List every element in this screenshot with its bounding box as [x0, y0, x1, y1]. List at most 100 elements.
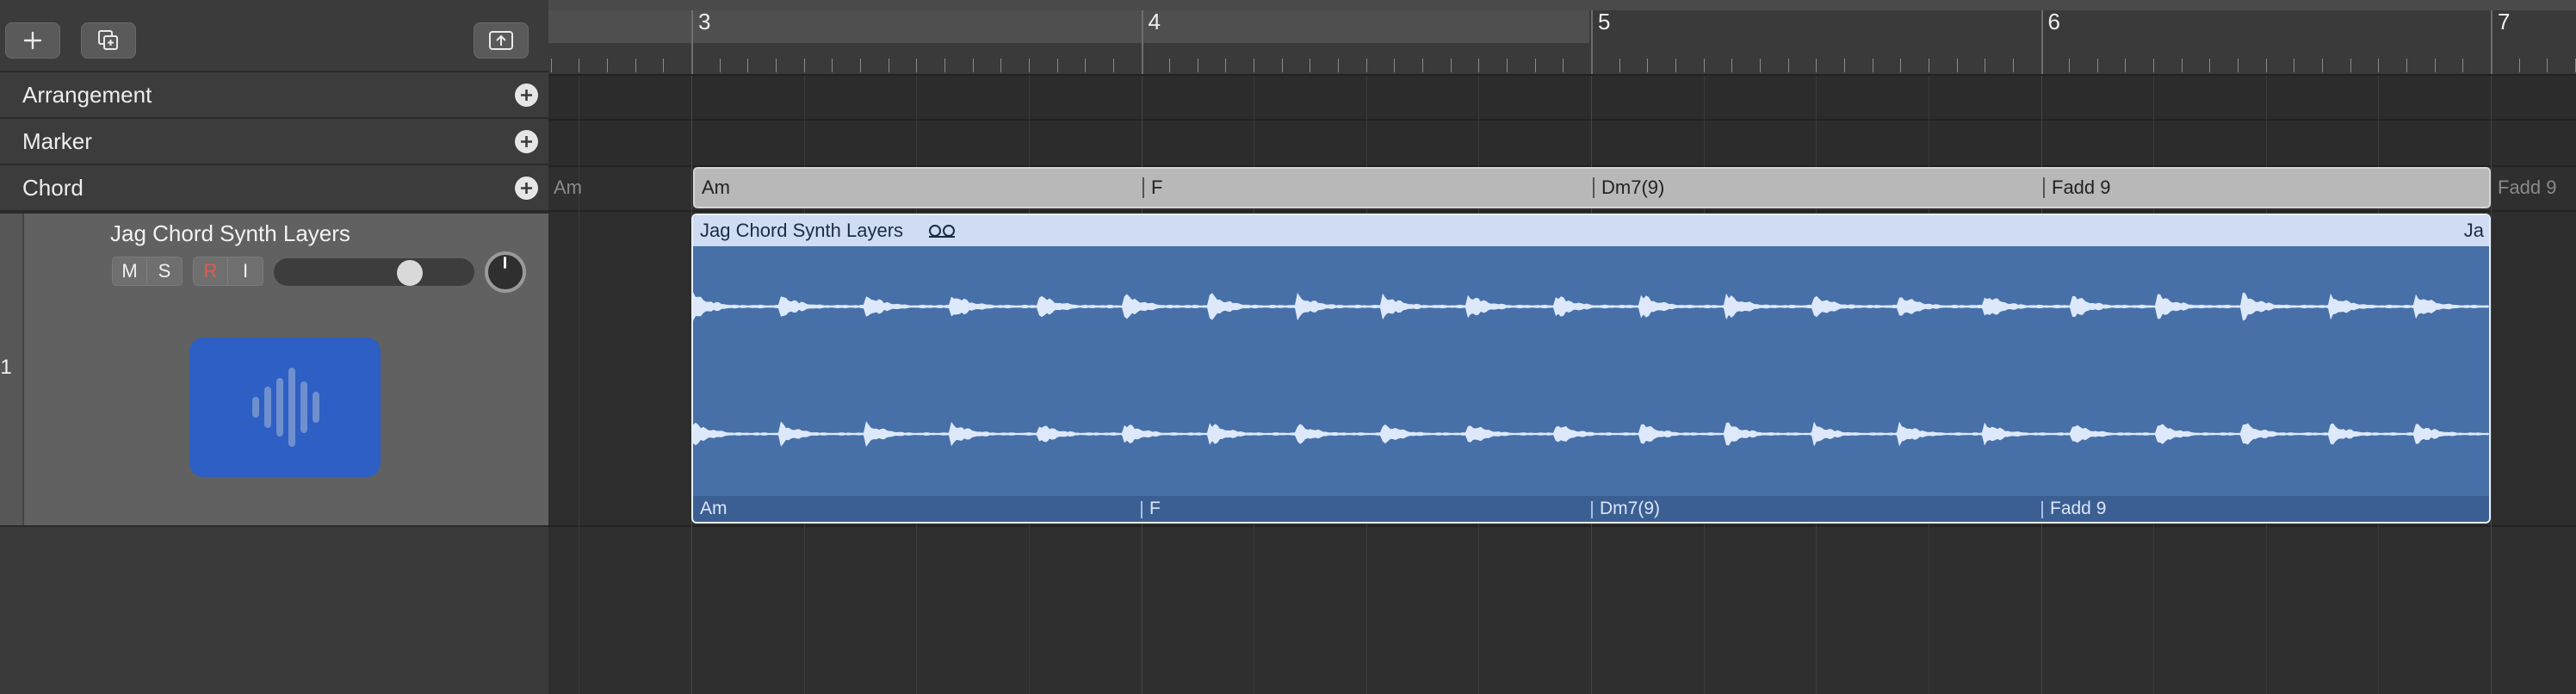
- ruler-tick: [2378, 59, 2379, 72]
- chord-label[interactable]: Fadd 9: [2045, 169, 2111, 207]
- ruler-tick: [1029, 59, 1030, 72]
- record-enable-button[interactable]: R: [194, 257, 228, 285]
- arrangement-track-header[interactable]: Arrangement: [0, 72, 548, 119]
- ruler-tick: [2209, 59, 2210, 72]
- track-name[interactable]: Jag Chord Synth Layers: [110, 220, 350, 247]
- duplicate-icon: [98, 30, 118, 50]
- ruler-bar-number: 3: [698, 9, 711, 34]
- chord-label[interactable]: Dm7(9): [1595, 169, 1664, 207]
- ruler-tick: [804, 59, 805, 72]
- ruler-tick: [2238, 59, 2239, 72]
- volume-slider[interactable]: [274, 258, 474, 286]
- ruler-tick: [1788, 59, 1789, 72]
- volume-slider-handle[interactable]: [397, 260, 423, 286]
- ruler-tick: [747, 59, 748, 72]
- chord-label[interactable]: F: [1144, 169, 1162, 207]
- region-header[interactable]: Jag Chord Synth Layers Ja: [693, 215, 2489, 246]
- add-chord-button[interactable]: [515, 177, 538, 200]
- solo-button[interactable]: S: [147, 257, 182, 285]
- ruler-tick: [1816, 59, 1817, 72]
- input-monitoring-button[interactable]: I: [228, 257, 263, 285]
- ruler-tick: [1647, 59, 1648, 72]
- marker-lane[interactable]: [548, 121, 2576, 167]
- ruler-tick: [2013, 59, 2014, 72]
- add-arrangement-button[interactable]: [515, 84, 538, 107]
- audio-waveform: [693, 292, 2489, 447]
- ruler-bar-line: [1591, 10, 1593, 74]
- ruler-tick: [1000, 59, 1001, 72]
- loop-icon: [929, 225, 955, 238]
- chord-ghost-after: Fadd 9: [2498, 177, 2557, 198]
- chord-label: Chord: [22, 175, 84, 201]
- ruler-tick: [607, 59, 608, 72]
- add-track-button[interactable]: [5, 22, 60, 59]
- ruler-tick: [1338, 59, 1339, 72]
- ruler-tick: [2435, 59, 2436, 72]
- ruler-tick: [663, 59, 664, 72]
- pan-knob[interactable]: [485, 251, 526, 293]
- plus-icon: [521, 183, 532, 194]
- arrangement-lane[interactable]: [548, 76, 2576, 121]
- marker-track-header[interactable]: Marker: [0, 119, 548, 165]
- ruler-tick: [1760, 59, 1761, 72]
- timeline-ruler[interactable]: 3 4 5 6 7: [548, 0, 2576, 76]
- ruler-tick: [2322, 59, 2323, 72]
- track-number-column: 1: [0, 214, 24, 525]
- ruler-tick: [916, 59, 917, 72]
- region-name: Jag Chord Synth Layers: [700, 220, 904, 241]
- ruler-tick: [776, 59, 777, 72]
- catch-playhead-button[interactable]: [474, 22, 529, 59]
- mute-button[interactable]: M: [113, 257, 147, 285]
- ruler-tick: [2547, 59, 2548, 72]
- ruler-tick: [1675, 59, 1676, 72]
- ruler-bar-line: [691, 10, 693, 74]
- ruler-tick: [1704, 59, 1705, 72]
- ruler-tick: [1844, 59, 1845, 72]
- audio-track-header[interactable]: 1 Jag Chord Synth Layers M S R I: [0, 212, 548, 527]
- grid-line: [2491, 76, 2492, 694]
- arrangement-label: Arrangement: [22, 82, 152, 108]
- ruler-tick: [1731, 59, 1732, 72]
- track-header-toolbar: [0, 0, 548, 72]
- ruler-tick: [1451, 59, 1452, 72]
- chord-ghost-before: Am: [554, 177, 582, 198]
- ruler-tick: [1394, 59, 1395, 72]
- ruler-tick: [1085, 59, 1086, 72]
- ruler-tick: [2153, 59, 2154, 72]
- footer-chord-label: Am: [700, 499, 728, 518]
- chord-track-header[interactable]: Chord: [0, 165, 548, 212]
- chord-label[interactable]: Am: [695, 169, 730, 207]
- ruler-tick: [1169, 59, 1170, 72]
- add-marker-button[interactable]: [515, 130, 538, 153]
- track-icon[interactable]: [189, 338, 381, 477]
- duplicate-track-button[interactable]: [81, 22, 136, 59]
- ruler-tick: [1900, 59, 1901, 72]
- ruler-tick: [1535, 59, 1536, 72]
- chord-region[interactable]: Am F Dm7(9) Fadd 9: [693, 167, 2491, 208]
- audio-region[interactable]: Jag Chord Synth Layers Ja Am F Dm7(9) Fa…: [691, 214, 2491, 524]
- plus-icon: [23, 31, 42, 50]
- ruler-tick: [1563, 59, 1564, 72]
- ruler-tick: [973, 59, 974, 72]
- ruler-bar-line: [1141, 10, 1143, 74]
- footer-chord-label: Dm7(9): [1600, 499, 1661, 518]
- marker-label: Marker: [22, 128, 92, 154]
- mute-solo-group: M S: [112, 257, 183, 286]
- ruler-tick: [2462, 59, 2463, 72]
- ruler-tick: [2097, 59, 2098, 72]
- track-number: 1: [0, 356, 12, 379]
- tracks-area[interactable]: 3 4 5 6 7 Am Fadd 9 Am F Dm7(9) Fadd 9 Jag C…: [548, 0, 2576, 694]
- footer-chord-label: Fadd 9: [2050, 499, 2107, 518]
- ruler-tick: [2125, 59, 2126, 72]
- ruler-tick: [1619, 59, 1620, 72]
- ruler-tick: [1478, 59, 1479, 72]
- footer-chord-label: F: [1149, 499, 1161, 518]
- ruler-bar-number: 6: [2047, 9, 2060, 34]
- ruler-tick: [2519, 59, 2520, 72]
- ruler-bar-number: 4: [1148, 9, 1161, 34]
- ruler-tick: [1507, 59, 1508, 72]
- ruler-tick: [2182, 59, 2183, 72]
- ruler-bar-number: 7: [2498, 9, 2511, 34]
- ruler-tick: [1366, 59, 1367, 72]
- ruler-tick: [1057, 59, 1058, 72]
